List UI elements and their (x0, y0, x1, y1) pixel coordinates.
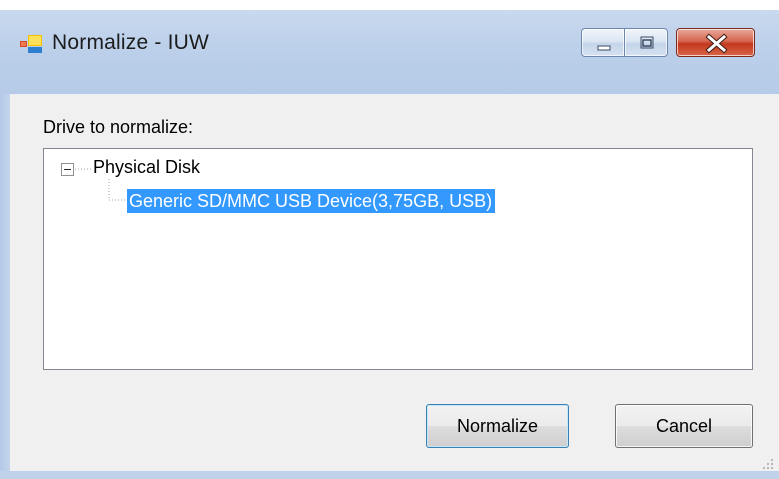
tree-node-usb-device[interactable]: Generic SD/MMC USB Device(3,75GB, USB) (127, 189, 496, 213)
minimize-button[interactable] (581, 28, 625, 57)
maximize-icon (640, 36, 654, 49)
minimize-icon (597, 45, 611, 51)
tree-child-connector-line (108, 179, 127, 201)
resize-grip-icon[interactable] (762, 458, 774, 470)
cancel-button[interactable]: Cancel (615, 404, 753, 448)
collapse-toggle-icon[interactable] (61, 163, 74, 176)
close-button[interactable] (676, 28, 755, 57)
drive-tree-view[interactable] (43, 148, 753, 370)
tree-connector-line (75, 168, 91, 170)
normalize-dialog: Normalize - IUW Drive to normalize: Phys… (0, 0, 779, 479)
maximize-button[interactable] (624, 28, 668, 57)
tree-node-physical-disk[interactable]: Physical Disk (93, 157, 200, 178)
drive-label: Drive to normalize: (43, 117, 194, 137)
close-icon (705, 33, 728, 54)
normalize-button[interactable]: Normalize (426, 404, 569, 448)
window-title: Normalize - IUW (52, 31, 210, 54)
window-border-bottom (0, 471, 779, 479)
app-window-icon (20, 35, 42, 53)
window-border-left (0, 94, 10, 479)
